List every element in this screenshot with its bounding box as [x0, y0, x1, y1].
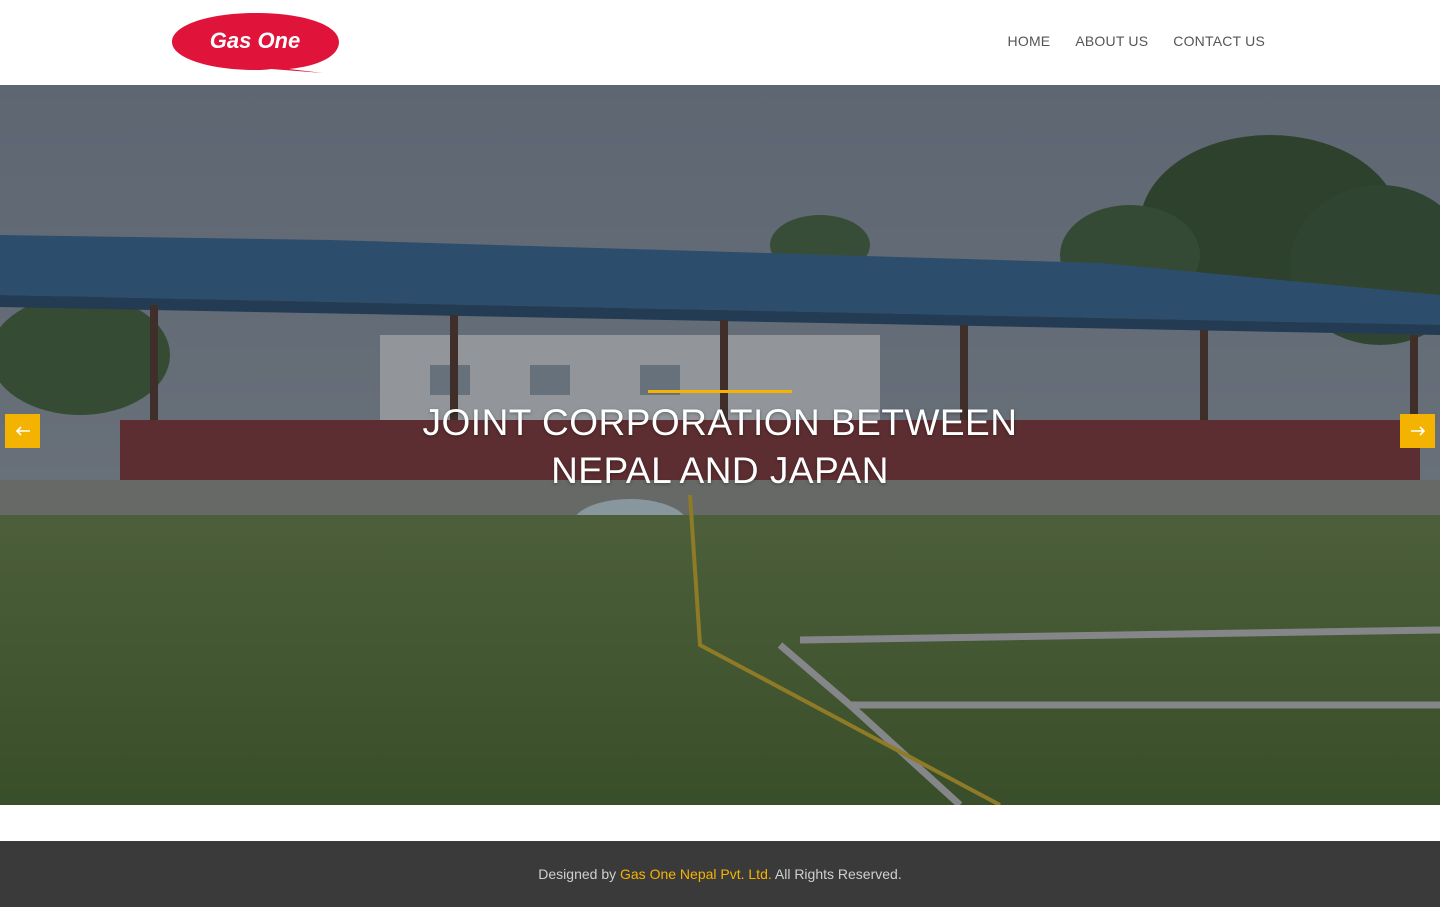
logo-text: Gas One: [210, 28, 300, 53]
arrow-right-icon: [1410, 426, 1425, 436]
footer-suffix: All Rights Reserved.: [774, 866, 902, 882]
gas-one-logo-graphic: Gas One: [172, 13, 339, 73]
footer-prefix: Designed by: [538, 866, 617, 882]
hero-heading: JOINT CORPORATION BETWEEN NEPAL AND JAPA…: [422, 402, 1018, 491]
caption-accent-bar: [648, 390, 792, 393]
site-header: Gas One HOME ABOUT US CONTACT US: [0, 0, 1440, 85]
main-nav: HOME ABOUT US CONTACT US: [1008, 30, 1265, 52]
slider-next-button[interactable]: [1400, 414, 1435, 448]
arrow-left-icon: [15, 426, 30, 436]
footer-company-link[interactable]: Gas One Nepal Pvt. Ltd.: [620, 866, 772, 882]
nav-contact-us[interactable]: CONTACT US: [1173, 30, 1265, 52]
nav-about-us[interactable]: ABOUT US: [1075, 30, 1148, 52]
gas-one-logo[interactable]: Gas One: [171, 11, 341, 75]
site-footer: Designed by Gas One Nepal Pvt. Ltd. All …: [0, 841, 1440, 907]
hero-slider: JOINT CORPORATION BETWEEN NEPAL AND JAPA…: [0, 85, 1440, 805]
slider-prev-button[interactable]: [5, 414, 40, 448]
hero-caption: JOINT CORPORATION BETWEEN NEPAL AND JAPA…: [0, 390, 1440, 495]
nav-home[interactable]: HOME: [1008, 30, 1051, 52]
